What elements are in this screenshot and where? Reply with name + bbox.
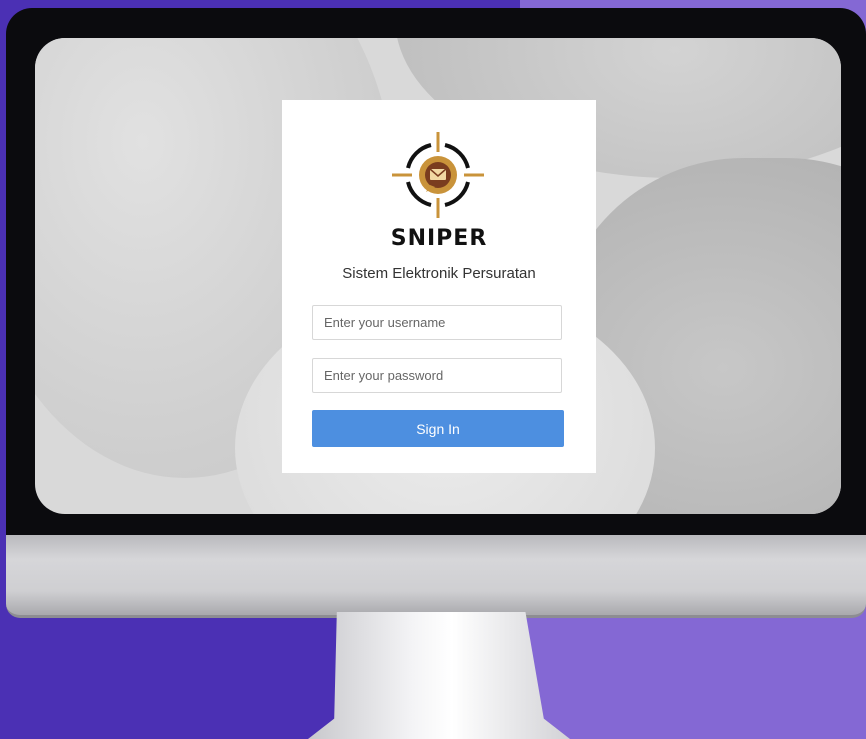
- sign-in-button[interactable]: Sign In: [312, 410, 564, 447]
- username-input[interactable]: [312, 305, 562, 340]
- monitor-chin: [6, 535, 866, 618]
- app-subtitle: Sistem Elektronik Persuratan: [342, 265, 536, 282]
- brand-name: SNIPER: [390, 226, 488, 251]
- login-card: SNIPER Sistem Elektronik Persuratan Sign…: [282, 100, 596, 473]
- crosshair-envelope-icon: [392, 132, 484, 218]
- password-input[interactable]: [312, 358, 562, 393]
- monitor-screen: SNIPER Sistem Elektronik Persuratan Sign…: [35, 38, 841, 514]
